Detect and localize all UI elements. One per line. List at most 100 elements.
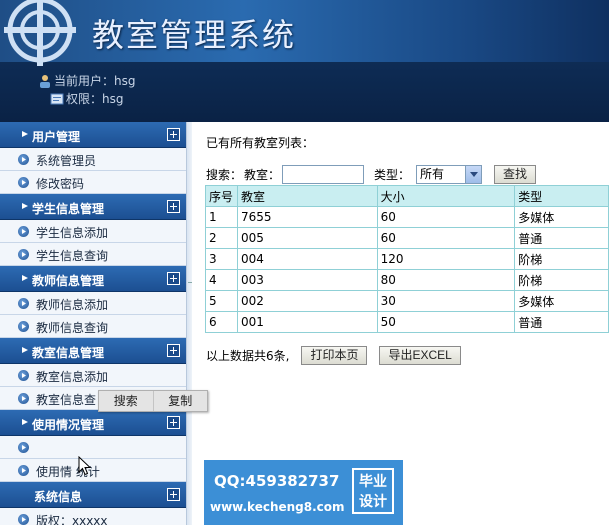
list-title: 已有所有教室列表： [206, 136, 315, 150]
bullet-icon [18, 298, 29, 309]
bullet-icon [18, 226, 29, 237]
context-menu: 搜索 复制 [98, 390, 208, 412]
cell-size: 60 [376, 206, 516, 228]
table-row: 4 003 80 阶梯 [205, 269, 609, 291]
room-search-input[interactable] [282, 164, 365, 184]
expand-icon[interactable] [167, 344, 180, 357]
sidebar-item-label: 教室信息查 [36, 393, 97, 407]
sidebar-item-label: 教师信息查询 [36, 321, 109, 335]
cell-room: 005 [236, 227, 378, 249]
sidebar-splitter[interactable] [186, 122, 192, 525]
sidebar-group-label: 教室信息管理 [32, 346, 105, 360]
cell-type: 普通 [514, 227, 609, 249]
sidebar: 用户管理 系统管理员 修改密码 学生信息管理 学生信息添加 学生信息查询 教师信… [0, 122, 186, 525]
cell-type: 阶梯 [514, 269, 609, 291]
type-select-value: 所有 [420, 166, 445, 181]
cell-room: 002 [236, 290, 378, 312]
sidebar-item-label: 系统管理员 [36, 154, 97, 168]
cell-index: 4 [205, 269, 238, 291]
watermark-qq: QQ:459382737 [214, 472, 340, 490]
search-button[interactable]: 查找 [494, 164, 537, 184]
classroom-table: 序号 教室 大小 类型 1 7655 60 多媒体 2 005 60 普通 3 … [205, 185, 609, 333]
sidebar-group-classroom-management[interactable]: 教室信息管理 [0, 338, 186, 364]
cell-size: 120 [376, 248, 516, 270]
watermark-badge-line: 毕业 [359, 474, 387, 490]
bullet-icon [18, 370, 29, 381]
context-menu-search[interactable]: 搜索 [99, 391, 153, 411]
table-row: 1 7655 60 多媒体 [205, 206, 609, 228]
column-header-room: 教室 [236, 185, 378, 207]
cell-index: 1 [205, 206, 238, 228]
sidebar-item-label: 修改密码 [36, 177, 85, 191]
sidebar-item-student-query[interactable]: 学生信息查询 [0, 243, 186, 266]
sidebar-item-label: 版权：xxxxx [36, 514, 108, 525]
cell-room: 7655 [236, 206, 378, 228]
sidebar-item-usage-record[interactable] [0, 436, 186, 459]
type-select[interactable]: 所有 [416, 164, 483, 184]
sidebar-item-change-password[interactable]: 修改密码 [0, 171, 186, 194]
cell-type: 多媒体 [514, 206, 609, 228]
sidebar-item-student-add[interactable]: 学生信息添加 [0, 220, 186, 243]
current-user-label: 当前用户：hsg [54, 74, 136, 88]
app-title: 教室管理系统 [92, 16, 297, 54]
table-footer: 以上数据共6条, 打印本页 导出EXCEL [206, 346, 461, 365]
splitter-grip[interactable] [188, 282, 192, 312]
sidebar-item-label: 学生信息添加 [36, 226, 109, 240]
sidebar-group-label: 学生信息管理 [32, 202, 105, 216]
table-row: 2 005 60 普通 [205, 227, 609, 249]
watermark-banner: QQ:459382737 www.kecheng8.com 毕业 设计 [204, 460, 403, 525]
cell-size: 50 [376, 311, 516, 333]
sidebar-item-classroom-add[interactable]: 教室信息添加 [0, 364, 186, 387]
sidebar-item-system-admin[interactable]: 系统管理员 [0, 148, 186, 171]
bullet-icon [18, 154, 29, 165]
sidebar-group-system-info[interactable]: 系统信息 [0, 482, 186, 508]
cell-size: 30 [376, 290, 516, 312]
room-label: 教室： [244, 167, 281, 182]
sidebar-group-student-management[interactable]: 学生信息管理 [0, 194, 186, 220]
expand-icon[interactable] [167, 272, 180, 285]
sidebar-item-label: 教师信息添加 [36, 298, 109, 312]
watermark-badge: 毕业 设计 [352, 468, 394, 514]
sidebar-item-label: 教室信息添加 [36, 370, 109, 384]
export-excel-button[interactable]: 导出EXCEL [379, 346, 461, 365]
arrow-icon [22, 131, 28, 137]
expand-icon[interactable] [167, 128, 180, 141]
sidebar-item-copyright: 版权：xxxxx [0, 508, 186, 525]
sidebar-group-user-management[interactable]: 用户管理 [0, 122, 186, 148]
sidebar-item-usage-stats[interactable]: 使用情 统计 [0, 459, 186, 482]
cell-index: 3 [205, 248, 238, 270]
expand-icon[interactable] [167, 416, 180, 429]
permission-label: 权限：hsg [66, 92, 124, 106]
header: 教室管理系统 当前用户：hsg 权限：hsg [0, 0, 609, 122]
record-count-text: 以上数据共6条, [206, 349, 290, 363]
sidebar-group-usage-management[interactable]: 使用情况管理 [0, 410, 186, 436]
bullet-icon [18, 321, 29, 332]
logo-icon [4, 0, 76, 66]
table-header-row: 序号 教室 大小 类型 [205, 185, 609, 207]
arrow-icon [22, 419, 28, 425]
watermark-badge-line: 设计 [359, 494, 387, 510]
bullet-icon [18, 393, 29, 404]
print-button[interactable]: 打印本页 [301, 346, 368, 365]
bullet-icon [18, 465, 29, 476]
bullet-icon [18, 442, 29, 453]
bullet-icon [18, 177, 29, 188]
expand-icon[interactable] [167, 200, 180, 213]
sidebar-group-label: 用户管理 [32, 130, 81, 144]
chevron-down-icon[interactable] [465, 165, 482, 183]
sidebar-item-label: 学生信息查询 [36, 249, 109, 263]
cell-type: 多媒体 [514, 290, 609, 312]
cell-type: 普通 [514, 311, 609, 333]
sidebar-item-teacher-query[interactable]: 教师信息查询 [0, 315, 186, 338]
column-header-size: 大小 [376, 185, 516, 207]
cell-room: 001 [236, 311, 378, 333]
sidebar-group-teacher-management[interactable]: 教师信息管理 [0, 266, 186, 292]
type-label: 类型： [374, 167, 411, 182]
expand-icon[interactable] [167, 488, 180, 501]
sidebar-group-label: 教师信息管理 [32, 274, 105, 288]
cell-index: 6 [205, 311, 238, 333]
context-menu-copy[interactable]: 复制 [152, 391, 208, 411]
mouse-cursor-icon [78, 456, 92, 476]
cell-index: 5 [205, 290, 238, 312]
sidebar-item-teacher-add[interactable]: 教师信息添加 [0, 292, 186, 315]
